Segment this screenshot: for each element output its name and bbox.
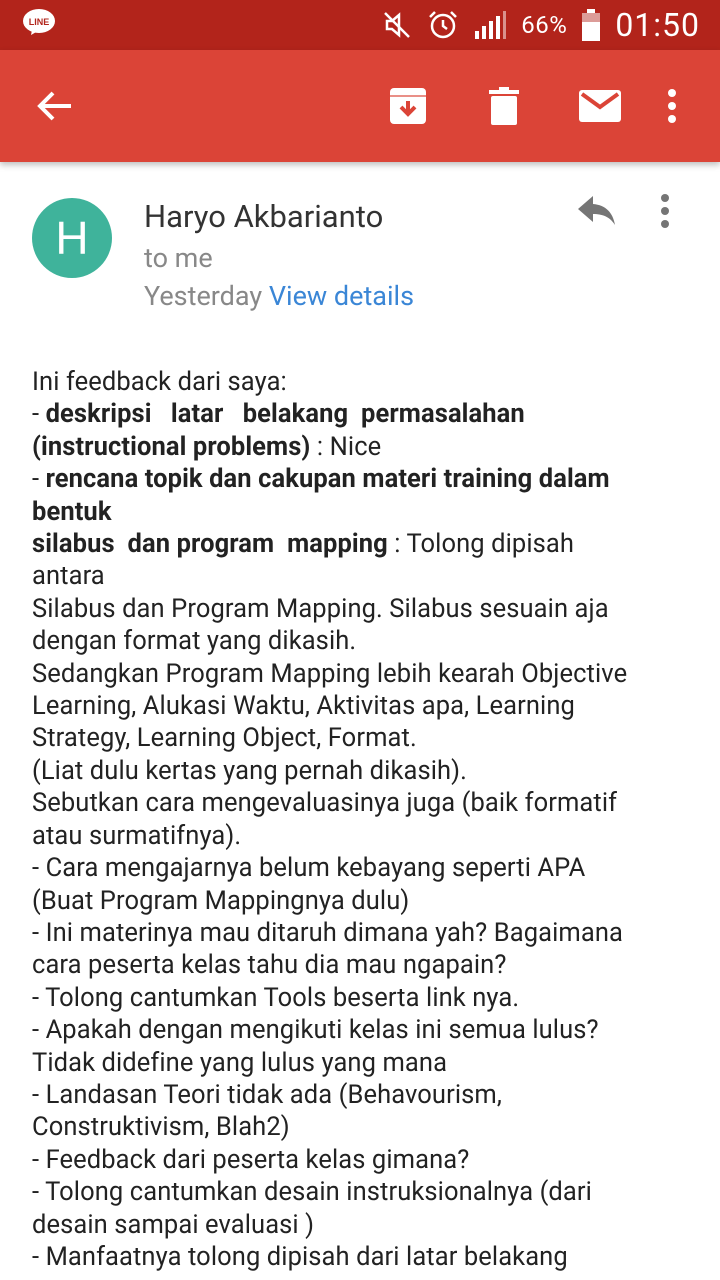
mute-icon bbox=[384, 12, 411, 38]
signal-icon bbox=[475, 11, 507, 39]
date-line: Yesterday View details bbox=[144, 280, 414, 312]
body-line: Sedangkan Program Mapping lebih kearah O… bbox=[32, 658, 628, 689]
archive-button[interactable] bbox=[382, 50, 434, 162]
body-line: atau surmatifnya). bbox=[32, 820, 242, 851]
view-details-link[interactable]: View details bbox=[269, 280, 414, 312]
body-line: desain sampai evaluasi ) bbox=[32, 1209, 315, 1240]
message-date: Yesterday bbox=[144, 280, 263, 312]
body-line: Strategy, Learning Object, Format. bbox=[32, 723, 417, 754]
more-vert-icon bbox=[668, 89, 676, 123]
body-line: - Landasan Teori tidak ada (Behavourism, bbox=[32, 1079, 502, 1110]
body-line: Construktivism, Blah2) bbox=[32, 1112, 290, 1143]
body-line: silabus dan program mapping : Tolong dip… bbox=[32, 529, 575, 560]
body-line: - Apakah dengan mengikuti kelas ini semu… bbox=[32, 1015, 599, 1046]
body-line: Tidak didefine yang lulus yang mana bbox=[32, 1047, 448, 1078]
alarm-icon bbox=[429, 11, 458, 39]
status-bar: LINE 66% 01:50 bbox=[0, 0, 720, 50]
body-line: (instructional problems) : Nice bbox=[32, 431, 382, 462]
body-line: Learning, Alukasi Waktu, Aktivitas apa, … bbox=[32, 691, 575, 722]
more-vert-icon bbox=[661, 194, 669, 228]
body-line: - Ini materinya mau ditaruh dimana yah? … bbox=[32, 917, 623, 948]
avatar[interactable]: H bbox=[32, 198, 112, 278]
body-line: - Tolong cantumkan desain instruksionaln… bbox=[32, 1177, 592, 1208]
body-line: antara bbox=[32, 561, 105, 592]
line-app-icon: LINE bbox=[23, 9, 55, 35]
app-bar bbox=[0, 50, 720, 162]
body-line: bentuk bbox=[32, 496, 112, 527]
svg-text:LINE: LINE bbox=[29, 17, 50, 27]
body-line: Silabus dan Program Mapping. Silabus ses… bbox=[32, 593, 609, 624]
reply-button[interactable] bbox=[578, 196, 622, 236]
archive-icon bbox=[390, 88, 426, 124]
delete-button[interactable] bbox=[480, 50, 528, 162]
more-options-button[interactable] bbox=[654, 50, 690, 162]
recipient-label: to me bbox=[144, 242, 213, 274]
body-line: cara peserta kelas tahu dia mau ngapain? bbox=[32, 950, 507, 981]
body-line: - Feedback dari peserta kelas gimana? bbox=[32, 1144, 470, 1175]
battery-percent: 66% bbox=[521, 11, 568, 39]
body-line: dengan format yang dikasih. bbox=[32, 626, 357, 657]
body-line: - deskripsi latar belakang permasalahan bbox=[32, 399, 525, 430]
message-header: H Haryo Akbarianto to me Yesterday View … bbox=[0, 162, 720, 332]
body-line: - Manfaatnya tolong dipisah dari latar b… bbox=[32, 1241, 568, 1272]
mark-unread-button[interactable] bbox=[574, 50, 626, 162]
message-body: Ini feedback dari saya: - deskripsi lata… bbox=[32, 366, 692, 1273]
body-line: Ini feedback dari saya: bbox=[32, 367, 287, 397]
reply-icon bbox=[578, 196, 615, 225]
mail-icon bbox=[579, 90, 621, 122]
back-arrow-icon bbox=[37, 91, 71, 121]
battery-icon bbox=[582, 9, 601, 41]
trash-icon bbox=[489, 87, 519, 125]
message-more-button[interactable] bbox=[660, 194, 684, 234]
sender-name: Haryo Akbarianto bbox=[144, 198, 384, 235]
back-button[interactable] bbox=[28, 50, 82, 162]
body-line: - rencana topik dan cakupan materi train… bbox=[32, 464, 610, 495]
clock: 01:50 bbox=[615, 6, 700, 44]
body-line: (Liat dulu kertas yang pernah dikasih). bbox=[32, 755, 467, 786]
body-line: (Buat Program Mappingnya dulu) bbox=[32, 885, 410, 916]
body-line: Sebutkan cara mengevaluasinya juga (baik… bbox=[32, 788, 618, 819]
body-line: - Tolong cantumkan Tools beserta link ny… bbox=[32, 982, 520, 1013]
body-line: - Cara mengajarnya belum kebayang sepert… bbox=[32, 853, 586, 884]
